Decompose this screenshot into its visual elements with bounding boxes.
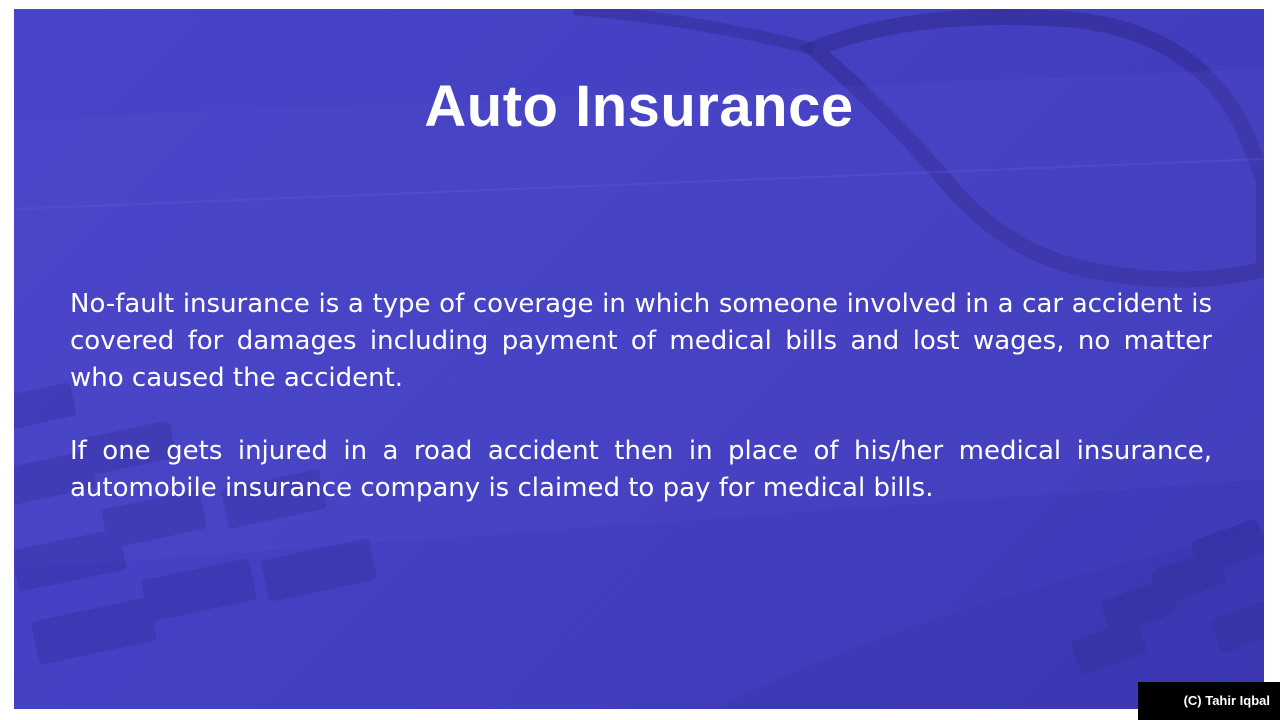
paragraph-injury-claim: If one gets injured in a road accident t… xyxy=(70,436,1212,503)
slide-title: Auto Insurance xyxy=(424,74,854,139)
slide: Auto Insurance No-fault insurance is a t… xyxy=(14,9,1264,709)
credit-label: (C) Tahir Iqbal xyxy=(1138,682,1280,720)
paragraph-no-fault: No-fault insurance is a type of coverage… xyxy=(70,289,1212,393)
